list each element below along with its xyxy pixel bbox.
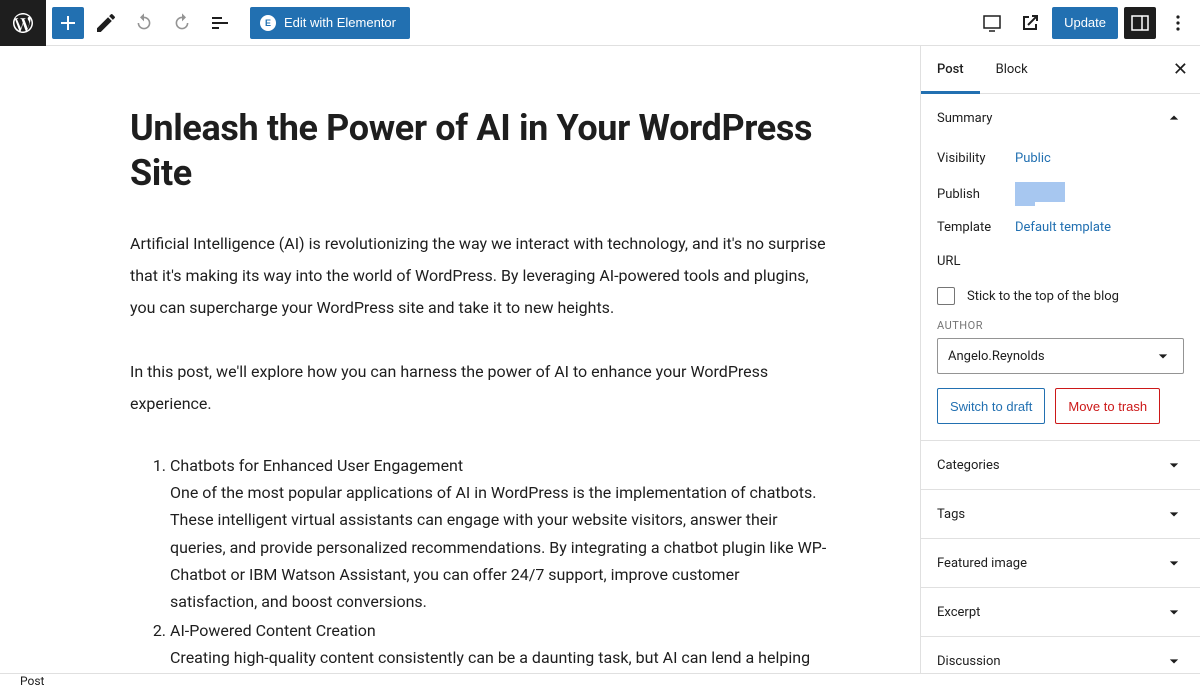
tab-block[interactable]: Block [980, 46, 1044, 94]
chevron-up-icon [1164, 108, 1184, 128]
chevron-down-icon [1153, 346, 1173, 366]
settings-sidebar-toggle[interactable] [1124, 7, 1156, 39]
chevron-down-icon [1164, 504, 1184, 524]
chevron-down-icon [1164, 651, 1184, 671]
plus-icon [56, 11, 80, 35]
author-select[interactable]: Angelo.Reynolds [937, 338, 1184, 374]
switch-to-draft-button[interactable]: Switch to draft [937, 388, 1045, 424]
panel-featured-image-label: Featured image [937, 556, 1027, 571]
sticky-label: Stick to the top of the blog [967, 289, 1119, 304]
pencil-icon [94, 11, 118, 35]
elementor-icon: E [260, 15, 276, 31]
sticky-checkbox[interactable] [937, 287, 955, 305]
list-item[interactable]: Chatbots for Enhanced User Engagement On… [170, 452, 830, 615]
settings-sidebar: Post Block ✕ Summary Visibility Public P… [920, 46, 1200, 673]
external-link-icon [1018, 11, 1042, 35]
list-icon [208, 11, 232, 35]
author-value: Angelo.Reynolds [948, 349, 1045, 364]
undo-icon [132, 11, 156, 35]
list-item-body: One of the most popular applications of … [170, 479, 830, 615]
ordered-list-block[interactable]: Chatbots for Enhanced User Engagement On… [130, 452, 830, 673]
document-overview-button[interactable] [204, 7, 236, 39]
view-mode-button[interactable] [976, 7, 1008, 39]
template-label: Template [937, 220, 1015, 235]
breadcrumb[interactable]: Post [20, 674, 44, 688]
list-item-title: Chatbots for Enhanced User Engagement [170, 456, 463, 475]
panel-tags-toggle[interactable]: Tags [921, 490, 1200, 538]
close-sidebar-button[interactable]: ✕ [1173, 61, 1188, 79]
breadcrumb-bar: Post [0, 673, 1200, 688]
panel-tags-label: Tags [937, 507, 965, 522]
sidebar-icon [1128, 11, 1152, 35]
panel-excerpt-toggle[interactable]: Excerpt [921, 588, 1200, 636]
visibility-value[interactable]: Public [1015, 151, 1051, 166]
list-item[interactable]: AI-Powered Content Creation Creating hig… [170, 617, 830, 673]
redo-button[interactable] [166, 7, 198, 39]
list-item-title: AI-Powered Content Creation [170, 621, 376, 640]
sidebar-tabs: Post Block ✕ [921, 46, 1200, 94]
open-external-button[interactable] [1014, 7, 1046, 39]
redo-icon [170, 11, 194, 35]
edit-mode-button[interactable] [90, 7, 122, 39]
panel-categories-label: Categories [937, 458, 1000, 473]
visibility-label: Visibility [937, 151, 1015, 166]
add-block-button[interactable] [52, 7, 84, 39]
panel-featured-image-toggle[interactable]: Featured image [921, 539, 1200, 587]
edit-with-elementor-button[interactable]: E Edit with Elementor [250, 7, 410, 39]
url-label: URL [937, 254, 1015, 269]
chevron-down-icon [1164, 602, 1184, 622]
options-button[interactable] [1162, 7, 1194, 39]
desktop-icon [980, 11, 1004, 35]
tab-post[interactable]: Post [921, 46, 980, 94]
chevron-down-icon [1164, 553, 1184, 573]
panel-summary-toggle[interactable]: Summary [921, 94, 1200, 142]
paragraph-block[interactable]: In this post, we'll explore how you can … [130, 356, 830, 420]
editor-canvas[interactable]: Unleash the Power of AI in Your WordPres… [0, 46, 920, 673]
top-toolbar: E Edit with Elementor Update [0, 0, 1200, 46]
wordpress-logo[interactable] [0, 0, 46, 46]
kebab-icon [1166, 11, 1190, 35]
publish-label: Publish [937, 187, 1015, 202]
publish-value[interactable] [1015, 182, 1065, 206]
author-label: AUTHOR [937, 319, 1184, 332]
panel-categories-toggle[interactable]: Categories [921, 441, 1200, 489]
undo-button[interactable] [128, 7, 160, 39]
chevron-down-icon [1164, 455, 1184, 475]
update-button[interactable]: Update [1052, 7, 1118, 39]
wordpress-icon [11, 11, 35, 35]
panel-summary: Summary Visibility Public Publish Templa… [921, 94, 1200, 441]
panel-discussion-label: Discussion [937, 654, 1001, 669]
elementor-label: Edit with Elementor [284, 15, 396, 30]
list-item-body: Creating high-quality content consistent… [170, 644, 830, 673]
panel-summary-label: Summary [937, 111, 992, 126]
post-title[interactable]: Unleash the Power of AI in Your WordPres… [130, 106, 830, 196]
template-value[interactable]: Default template [1015, 220, 1111, 235]
paragraph-block[interactable]: Artificial Intelligence (AI) is revoluti… [130, 228, 830, 324]
panel-excerpt-label: Excerpt [937, 605, 980, 620]
move-to-trash-button[interactable]: Move to trash [1055, 388, 1160, 424]
